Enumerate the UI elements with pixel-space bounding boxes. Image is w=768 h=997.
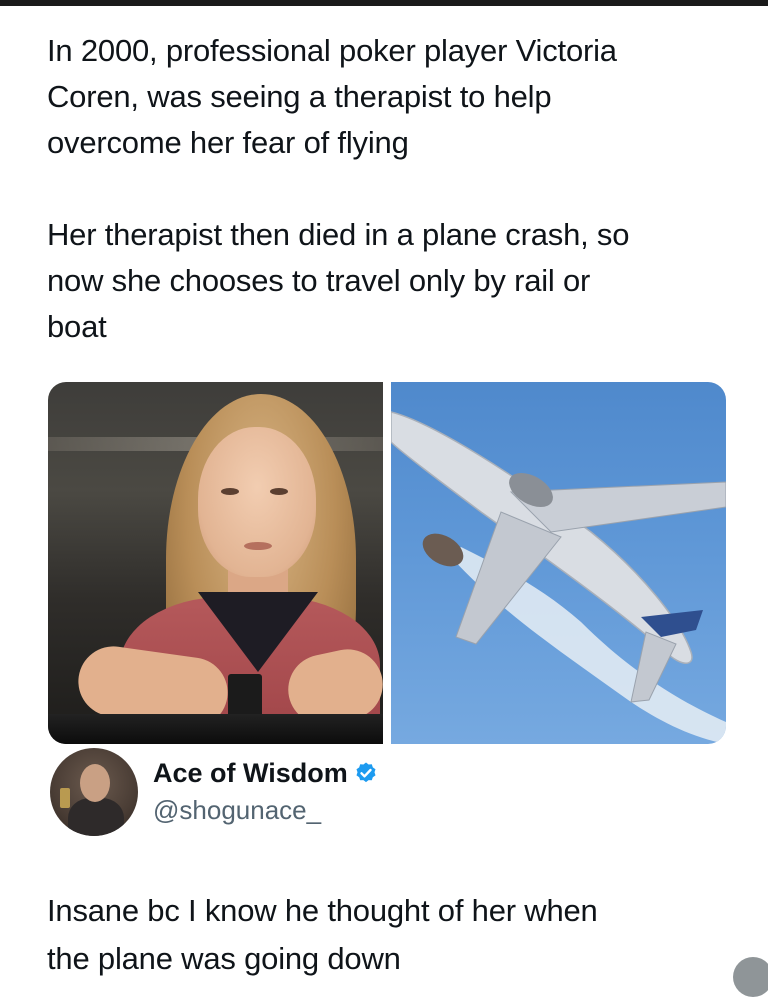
poker-table-edge: [48, 714, 383, 744]
avatar[interactable]: [50, 748, 138, 836]
post-body: In 2000, professional poker player Victo…: [47, 28, 737, 350]
avatar-glass: [60, 788, 70, 808]
airplane-illustration: [391, 411, 726, 744]
author-handle[interactable]: @shogunace_: [153, 794, 321, 826]
post-paragraph-1: In 2000, professional poker player Victo…: [47, 33, 617, 160]
right-eye: [270, 488, 288, 495]
poker-player-photo[interactable]: [48, 382, 383, 744]
face: [198, 427, 316, 577]
reply-text: Insane bc I know he thought of her when …: [47, 893, 598, 976]
verified-badge-icon: [356, 762, 376, 783]
top-edge-bar: [0, 0, 768, 6]
corner-button[interactable]: [733, 957, 768, 997]
author-name-row: Ace of Wisdom: [153, 756, 378, 790]
horizontal-stabilizer: [630, 631, 677, 703]
avatar-head: [80, 764, 110, 802]
post-paragraph-2: Her therapist then died in a plane crash…: [47, 217, 630, 344]
mouth: [244, 542, 272, 550]
media-grid: [48, 382, 726, 744]
avatar-body: [68, 798, 124, 836]
author-block: Ace of Wisdom @shogunace_: [50, 748, 710, 838]
plane-photo[interactable]: [391, 382, 726, 744]
author-name[interactable]: Ace of Wisdom: [153, 756, 348, 790]
left-eye: [221, 488, 239, 495]
